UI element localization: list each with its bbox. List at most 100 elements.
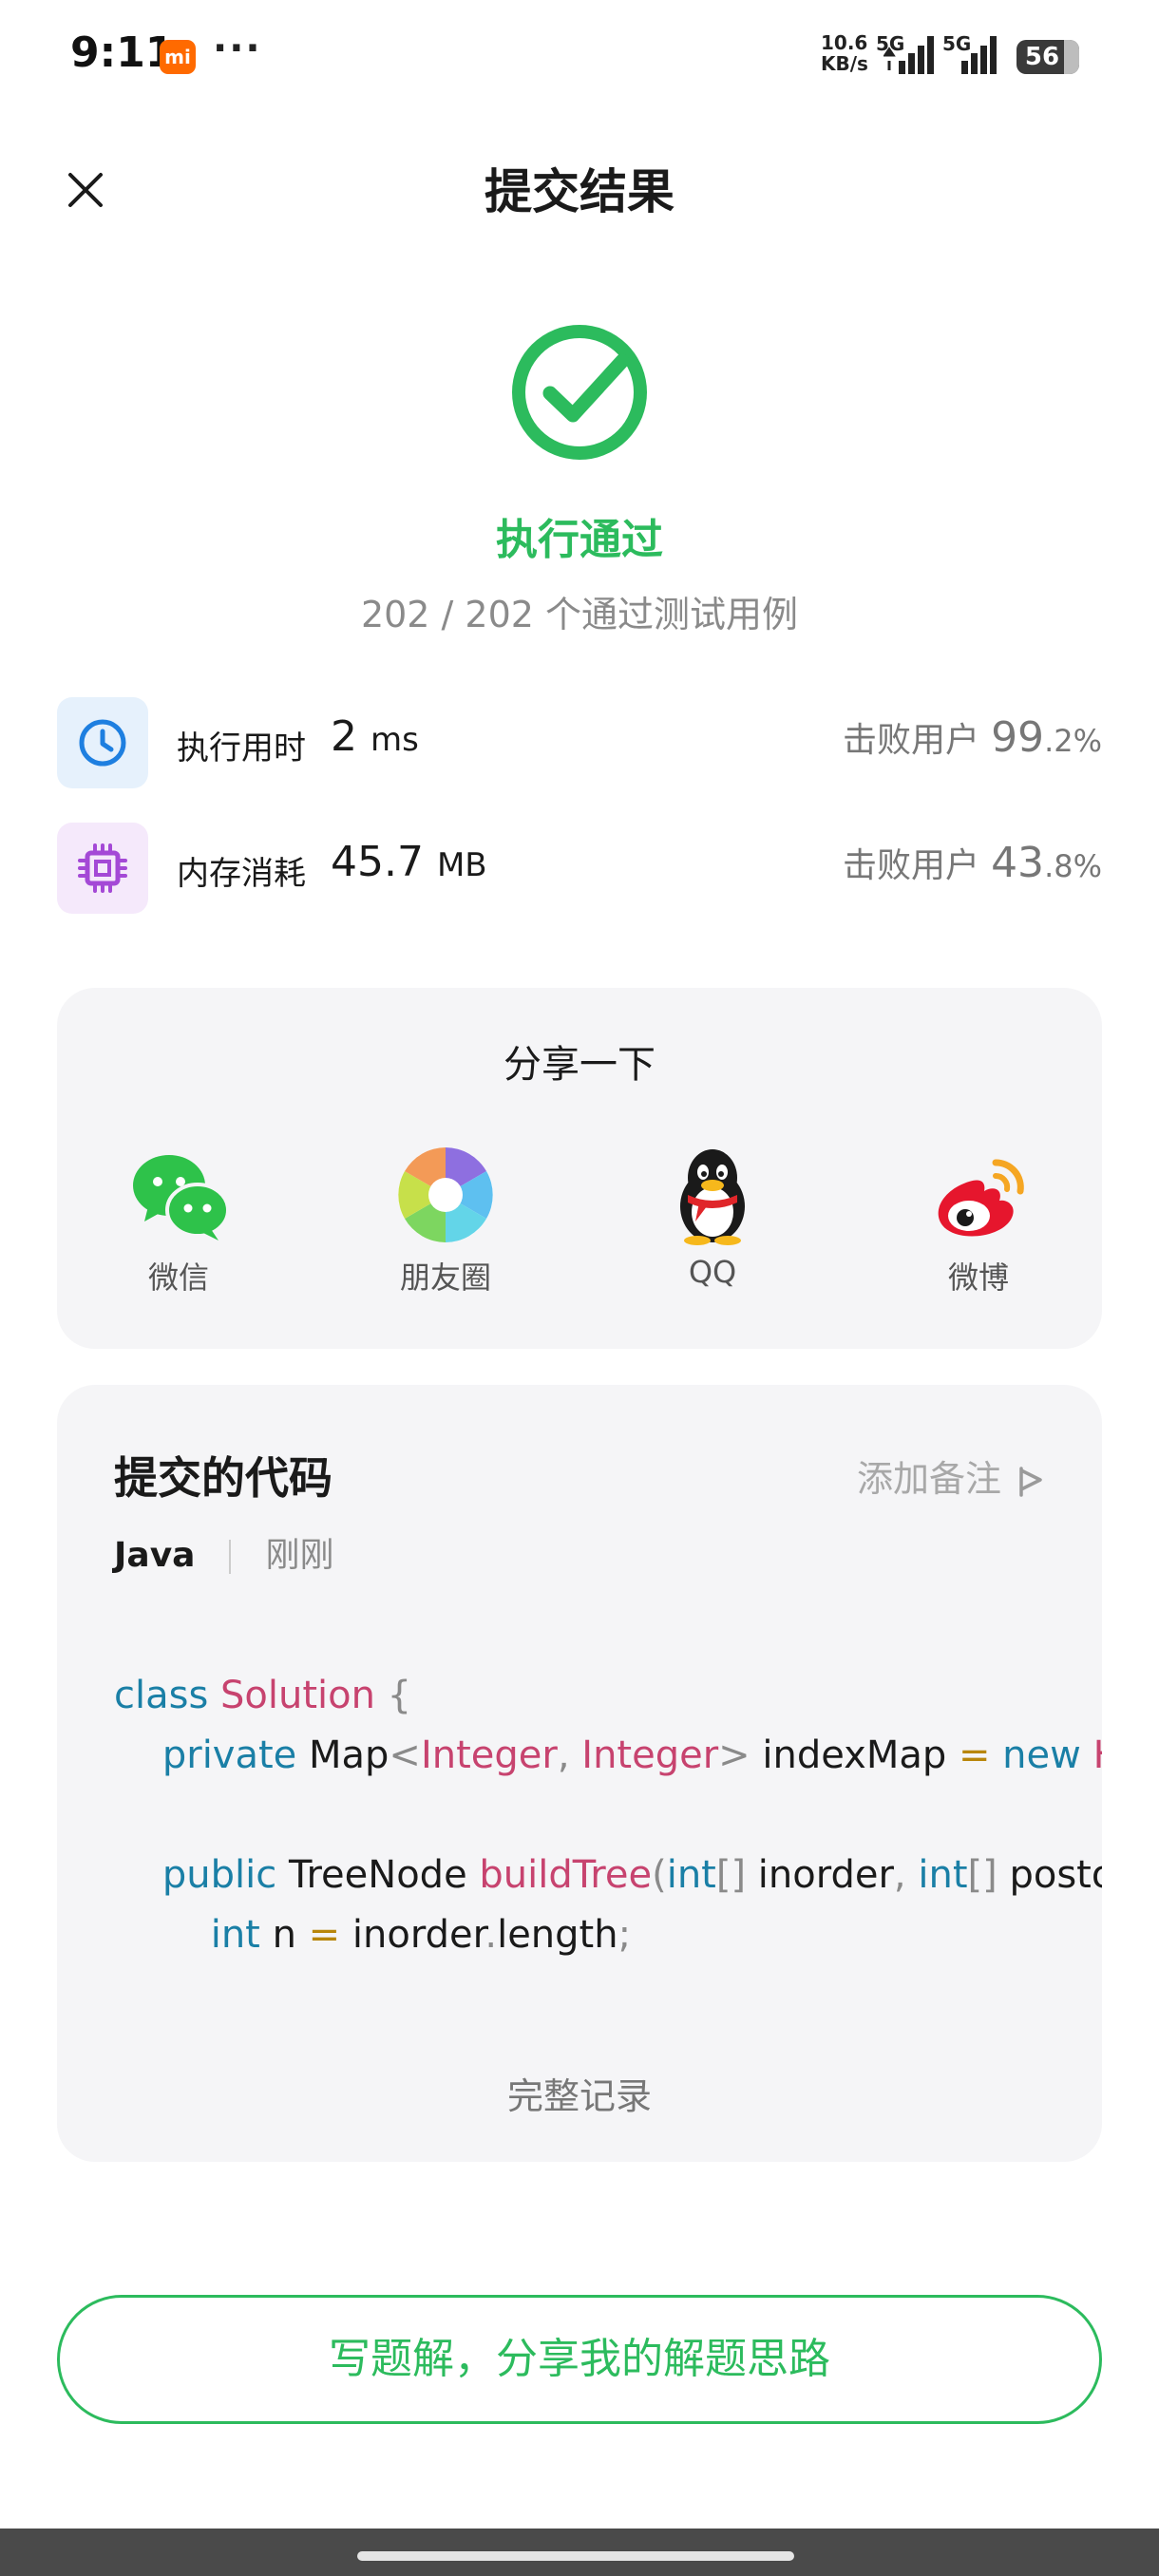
code-token: = — [958, 1733, 991, 1777]
submitted-code-card: 提交的代码 添加备注 Java 刚刚 class Solution { priva… — [57, 1385, 1102, 2162]
code-token: [] — [715, 1853, 747, 1897]
runtime-stat[interactable]: 执行用时 2 ms 击败用户 99.2% — [57, 697, 1102, 788]
moments-icon — [398, 1147, 493, 1242]
code-time: 刚刚 — [265, 1536, 334, 1575]
chip-icon — [57, 823, 148, 914]
weibo-icon — [938, 1159, 1024, 1237]
code-token: . — [484, 1913, 498, 1957]
code-token: Integer — [581, 1733, 719, 1777]
battery-level: 56 — [1024, 43, 1060, 71]
runtime-beat-int: 99 — [991, 713, 1045, 762]
clock-icon — [57, 697, 148, 788]
code-token: buildTree — [479, 1853, 653, 1897]
code-line: int n = inorder.length; — [114, 1905, 1102, 1965]
network-speed-unit: KB/s — [821, 52, 868, 75]
runtime-beat: 击败用户 99.2% — [843, 712, 1102, 762]
code-token: Integer — [420, 1733, 558, 1777]
status-bar: 9:11 mi ··· 10.6 KB/s 5G 5G 56 — [0, 0, 1159, 114]
code-token: < — [389, 1733, 421, 1777]
signal-sim2-icon — [961, 36, 997, 74]
share-weibo[interactable]: 微博 — [902, 1144, 1054, 1315]
code-language: Java — [114, 1536, 196, 1575]
code-title: 提交的代码 — [114, 1452, 332, 1504]
memory-beat-int: 43 — [991, 839, 1045, 887]
more-notifications-icon: ··· — [213, 27, 262, 70]
battery-icon: 56 — [1016, 40, 1079, 74]
code-token: inorder — [746, 1853, 894, 1897]
share-qq[interactable]: QQ — [636, 1144, 788, 1315]
code-token: > — [718, 1733, 750, 1777]
share-wechat[interactable]: 微信 — [103, 1144, 255, 1315]
share-card: 分享一下 微信 朋友圈 QQ 微博 — [57, 988, 1102, 1349]
code-token: , — [557, 1733, 582, 1777]
memory-value-group: 45.7 MB — [331, 838, 487, 886]
code-token: public — [114, 1853, 289, 1897]
memory-label: 内存消耗 — [177, 855, 306, 893]
home-gesture-handle[interactable] — [357, 2551, 794, 2561]
code-meta: Java 刚刚 — [114, 1527, 333, 1577]
memory-value: 45.7 — [331, 838, 424, 886]
code-token: Solution — [220, 1674, 375, 1717]
share-weibo-label: 微博 — [947, 1260, 1009, 1296]
flag-icon — [1019, 1466, 1042, 1497]
runtime-beat-dec: .2% — [1044, 723, 1102, 759]
code-token: private — [114, 1733, 309, 1777]
code-token: class — [114, 1674, 221, 1717]
code-token: ; — [618, 1913, 632, 1957]
code-token: posto — [1009, 1853, 1102, 1897]
code-line: private Map<Integer, Integer> indexMap =… — [114, 1726, 1102, 1786]
memory-beat: 击败用户 43.8% — [843, 838, 1102, 887]
code-token: int — [918, 1853, 968, 1897]
code-block[interactable]: class Solution { private Map<Integer, In… — [114, 1666, 1102, 1965]
navigation-bar — [0, 2529, 1159, 2576]
header: 提交结果 — [0, 133, 1159, 237]
code-token: n — [272, 1913, 309, 1957]
code-token: ( — [652, 1853, 667, 1897]
code-token: indexMap — [750, 1733, 959, 1777]
code-token: = — [308, 1913, 341, 1957]
share-title: 分享一下 — [504, 1043, 656, 1087]
share-moments-label: 朋友圈 — [399, 1260, 491, 1296]
page-title: 提交结果 — [484, 164, 674, 219]
code-token: { — [374, 1674, 412, 1717]
result-status: 执行通过 — [496, 516, 663, 564]
qq-icon — [680, 1149, 745, 1245]
check-circle-icon — [512, 325, 647, 460]
code-token: inorder — [340, 1913, 485, 1957]
share-qq-label: QQ — [688, 1254, 737, 1290]
runtime-label: 执行用时 — [177, 729, 306, 767]
memory-beat-dec: .8% — [1044, 848, 1102, 884]
full-record-button[interactable]: 完整记录 — [57, 2067, 1102, 2119]
test-case-count: 202 / 202 个通过测试用例 — [360, 594, 799, 635]
code-token: Map — [309, 1733, 390, 1777]
signal-sim1-icon — [884, 36, 934, 74]
code-token: , — [893, 1853, 919, 1897]
share-moments[interactable]: 朋友圈 — [370, 1144, 522, 1315]
code-token: TreeNode — [288, 1853, 480, 1897]
memory-beat-label: 击败用户 — [843, 846, 980, 885]
memory-unit: MB — [436, 846, 487, 884]
mi-notification-icon: mi — [160, 40, 196, 74]
memory-stat[interactable]: 内存消耗 45.7 MB 击败用户 43.8% — [57, 823, 1102, 914]
add-note-label: 添加备注 — [856, 1458, 1001, 1500]
code-line: public TreeNode buildTree(int[] inorder,… — [114, 1846, 1102, 1905]
network-speed-value: 10.6 — [821, 31, 868, 54]
runtime-value: 2 — [331, 712, 357, 761]
network-speed: 10.6 KB/s — [821, 32, 868, 74]
code-token: int — [666, 1853, 716, 1897]
write-solution-button[interactable]: 写题解，分享我的解题思路 — [57, 2295, 1102, 2424]
code-token: length — [497, 1913, 618, 1957]
code-token: new — [990, 1733, 1093, 1777]
wechat-icon — [133, 1155, 230, 1241]
runtime-value-group: 2 ms — [331, 712, 419, 761]
code-line: class Solution { — [114, 1666, 1102, 1726]
code-token: Has — [1093, 1733, 1102, 1777]
share-wechat-label: 微信 — [147, 1260, 209, 1296]
add-note-button[interactable]: 添加备注 — [857, 1449, 1045, 1502]
runtime-unit: ms — [370, 721, 419, 759]
runtime-beat-label: 击败用户 — [843, 721, 980, 760]
meta-divider — [229, 1540, 232, 1574]
code-token: [] — [967, 1853, 998, 1897]
code-token: int — [114, 1913, 273, 1957]
